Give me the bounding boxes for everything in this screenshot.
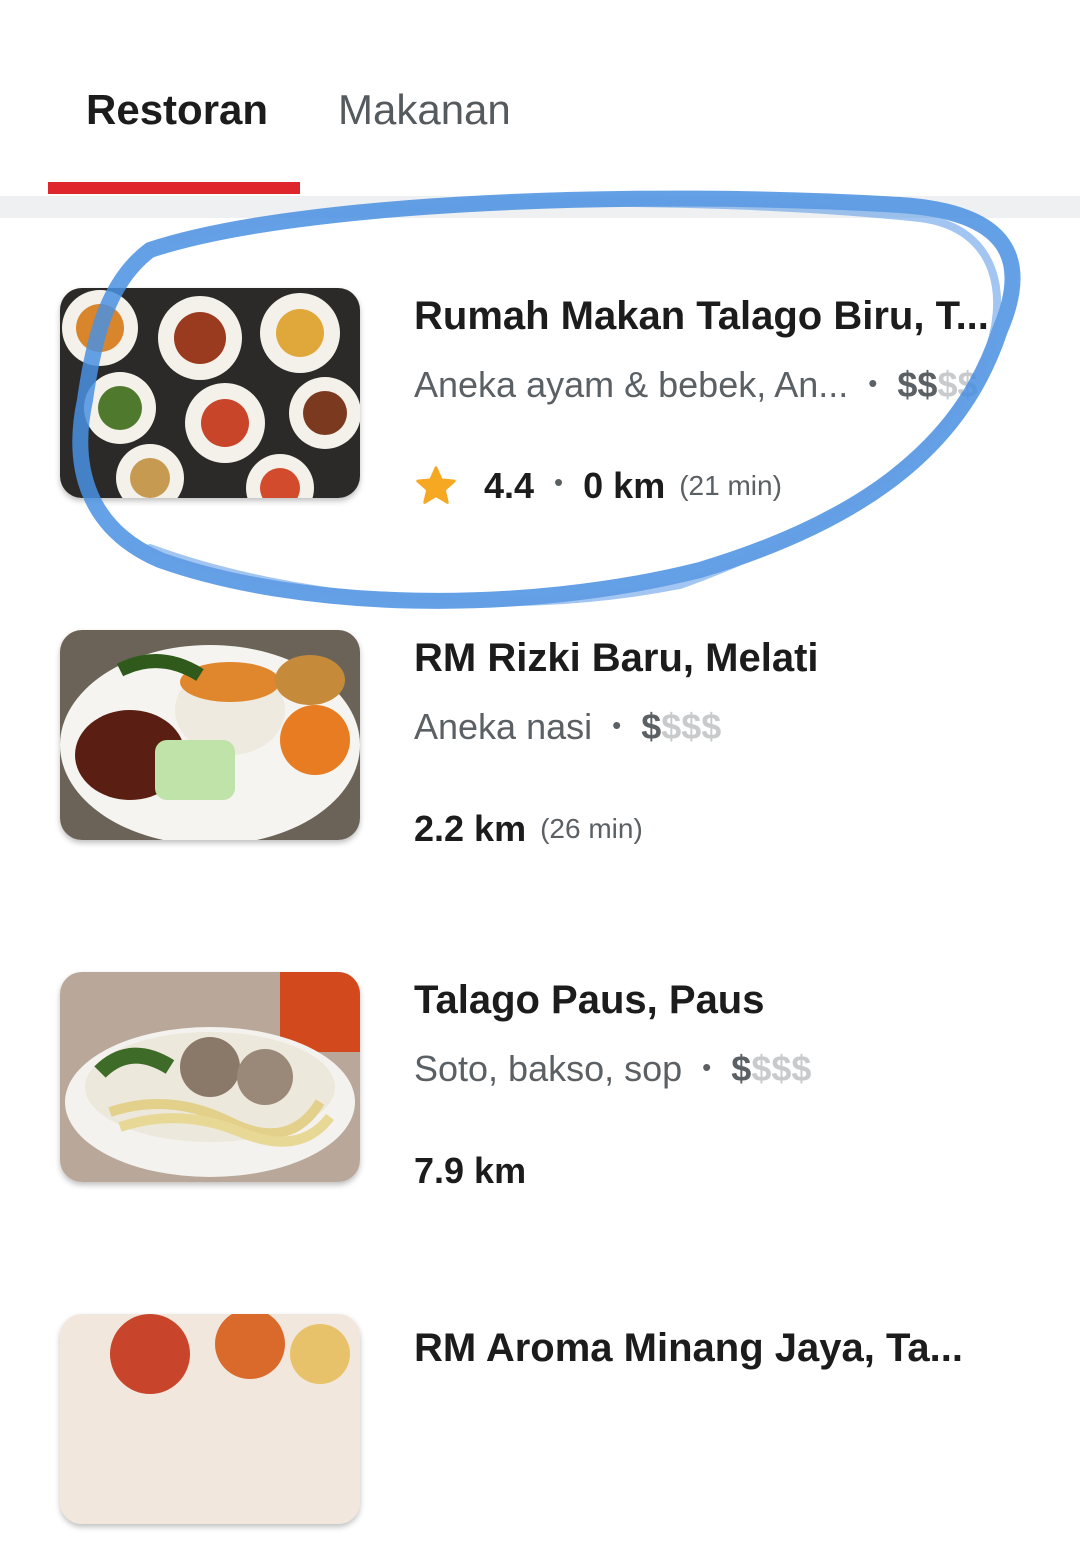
restaurant-meta: 4.4 • 0 km (21 min): [414, 464, 782, 508]
restaurant-meta: 7.9 km: [414, 1150, 526, 1192]
price-level: $$: [897, 364, 938, 405]
price-level: $: [731, 1048, 752, 1089]
separator-dot: •: [612, 709, 622, 740]
restaurant-name: RM Aroma Minang Jaya, Ta...: [414, 1326, 964, 1370]
restaurant-info: Aneka ayam & bebek, An... • $$$$: [414, 364, 977, 406]
padang-dishes-icon: [60, 288, 360, 498]
restaurant-info: Soto, bakso, sop • $$$$: [414, 1048, 811, 1090]
active-tab-indicator: [48, 182, 300, 194]
restaurant-name: Talago Paus, Paus: [414, 978, 765, 1022]
restaurant-category: Soto, bakso, sop: [414, 1048, 683, 1089]
rice-plate-icon: [60, 630, 360, 840]
star-icon: [416, 466, 456, 504]
distance: 7.9 km: [414, 1150, 527, 1191]
restaurant-name: Rumah Makan Talago Biru, T...: [414, 294, 989, 338]
separator-dot: •: [868, 367, 878, 398]
distance: 2.2 km: [414, 808, 527, 849]
food-platter-icon: [60, 1314, 360, 1524]
restaurant-card[interactable]: Talago Paus, Paus Soto, bakso, sop • $$$$ …: [0, 902, 1080, 1222]
tab-restoran[interactable]: Restoran: [86, 86, 268, 134]
bakso-bowl-icon: [60, 972, 360, 1182]
restaurant-card[interactable]: Rumah Makan Talago Biru, T... Aneka ayam…: [0, 218, 1080, 538]
rating-value: 4.4: [484, 465, 535, 506]
restaurant-card[interactable]: RM Aroma Minang Jaya, Ta...: [0, 1244, 1080, 1564]
restaurant-name: RM Rizki Baru, Melati: [414, 636, 819, 680]
price-level-inactive: $$$: [751, 1048, 812, 1089]
distance: 0 km: [583, 465, 666, 506]
restaurant-category: Aneka nasi: [414, 706, 593, 747]
section-divider: [0, 196, 1080, 218]
separator-dot: •: [554, 466, 564, 497]
price-level-inactive: $$: [937, 364, 978, 405]
restaurant-card[interactable]: RM Rizki Baru, Melati Aneka nasi • $$$$ 2.…: [0, 560, 1080, 880]
tab-bar: Restoran Makanan: [0, 0, 1080, 196]
tab-makanan[interactable]: Makanan: [338, 86, 511, 134]
restaurant-meta: 2.2 km (26 min): [414, 808, 643, 850]
restaurant-info: Aneka nasi • $$$$: [414, 706, 721, 748]
restaurant-category: Aneka ayam & bebek, An...: [414, 364, 849, 405]
price-level: $: [641, 706, 662, 747]
separator-dot: •: [702, 1051, 712, 1082]
delivery-time: (26 min): [540, 813, 643, 844]
price-level-inactive: $$$: [661, 706, 722, 747]
delivery-time: (21 min): [679, 470, 782, 501]
